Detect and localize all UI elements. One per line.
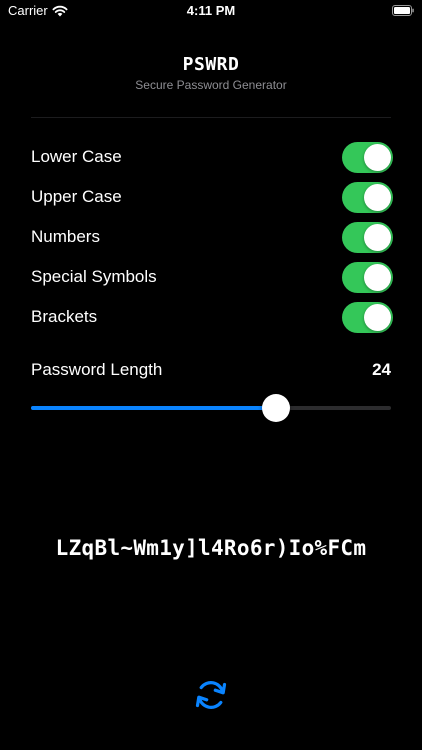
generated-password[interactable]: LZqBl~Wm1y]l4Ro6r)Io%FCm	[0, 536, 422, 560]
options-list: Lower Case Upper Case Numbers Special Sy…	[31, 137, 393, 337]
slider-fill	[31, 406, 276, 410]
lower-case-toggle[interactable]	[342, 141, 393, 173]
option-label: Upper Case	[31, 187, 122, 206]
option-brackets: Brackets	[31, 297, 393, 337]
option-label: Brackets	[31, 307, 98, 326]
numbers-toggle[interactable]	[342, 221, 393, 253]
option-lower-case: Lower Case	[31, 137, 393, 177]
option-upper-case: Upper Case	[31, 177, 393, 217]
toggle-knob	[364, 303, 391, 331]
battery-icon	[392, 5, 414, 16]
option-label: Lower Case	[31, 147, 122, 166]
option-label: Numbers	[31, 227, 100, 246]
option-label: Special Symbols	[31, 267, 157, 286]
option-numbers: Numbers	[31, 217, 393, 257]
special-symbols-toggle[interactable]	[342, 261, 393, 293]
length-label: Password Length	[31, 360, 163, 379]
slider-thumb[interactable]	[261, 394, 290, 422]
app-title: PSWRD	[182, 54, 240, 75]
toggle-knob	[364, 143, 391, 171]
refresh-icon	[195, 681, 227, 709]
upper-case-toggle[interactable]	[342, 181, 393, 213]
toggle-knob	[364, 183, 391, 211]
refresh-button[interactable]	[192, 676, 230, 714]
toggle-knob	[364, 263, 391, 291]
length-value: 24	[372, 360, 391, 379]
length-slider[interactable]	[31, 394, 391, 422]
length-row: Password Length 24	[31, 360, 391, 380]
app-subtitle: Secure Password Generator	[135, 78, 287, 92]
toggle-knob	[364, 223, 391, 251]
header-divider	[31, 117, 391, 118]
status-time: 4:11 PM	[186, 3, 236, 18]
brackets-toggle[interactable]	[342, 301, 393, 333]
option-special-symbols: Special Symbols	[31, 257, 393, 297]
status-bar: Carrier 4:11 PM	[0, 0, 422, 24]
